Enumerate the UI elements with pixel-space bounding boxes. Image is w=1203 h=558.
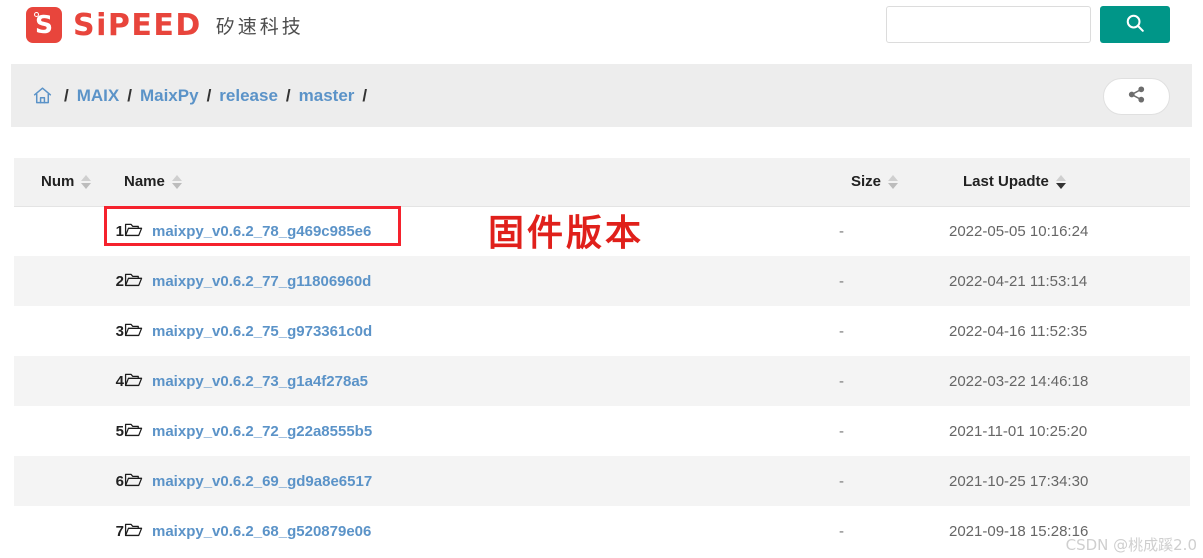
breadcrumb-item-maixpy[interactable]: MaixPy <box>140 86 199 106</box>
breadcrumb-item-maix[interactable]: MAIX <box>77 86 120 106</box>
file-link[interactable]: maixpy_v0.6.2_78_g469c985e6 <box>124 221 371 242</box>
home-icon[interactable] <box>32 85 53 106</box>
sort-toggle-name-icon[interactable] <box>171 174 182 189</box>
sipeed-logo-icon: S <box>26 7 62 43</box>
column-label-name: Name <box>124 173 165 191</box>
folder-icon <box>124 521 143 542</box>
row-last-update: 2022-05-05 10:16:24 <box>949 222 1089 240</box>
file-link[interactable]: maixpy_v0.6.2_68_g520879e06 <box>124 521 371 542</box>
row-number: 4 <box>115 372 124 390</box>
column-label-size: Size <box>851 173 882 191</box>
sort-toggle-last-update-icon[interactable] <box>1055 174 1066 189</box>
breadcrumb-separator-0: / <box>64 85 69 105</box>
breadcrumb-separator-4: / <box>362 85 368 105</box>
breadcrumb: / MAIX / MaixPy / release / master / <box>32 85 375 106</box>
table-head: Num Name Size Last Upadte <box>14 158 1190 207</box>
row-name-cell: maixpy_v0.6.2_75_g973361c0d <box>124 306 839 356</box>
file-name: maixpy_v0.6.2_72_g22a8555b5 <box>152 422 373 440</box>
row-last-update: 2022-03-22 14:46:18 <box>949 372 1089 390</box>
search-input[interactable] <box>886 6 1091 43</box>
row-size: - <box>839 472 844 490</box>
table-row[interactable]: 6 maixpy_v0.6.2_69_gd9a8e6517 - 2021-10-… <box>14 456 1190 506</box>
breadcrumb-separator-2: / <box>206 85 212 105</box>
table-row[interactable]: 7 maixpy_v0.6.2_68_g520879e06 - 2021-09-… <box>14 506 1190 556</box>
row-last-update: 2021-09-18 15:28:16 <box>949 522 1089 540</box>
sort-toggle-size-icon[interactable] <box>888 174 899 189</box>
site-header: S SiPEED 矽速科技 <box>0 0 1203 50</box>
column-label-num: Num <box>41 173 75 191</box>
folder-icon <box>124 421 143 442</box>
row-size: - <box>839 222 844 240</box>
row-name-cell: maixpy_v0.6.2_78_g469c985e6 <box>124 206 839 256</box>
table-row[interactable]: 3 maixpy_v0.6.2_75_g973361c0d - 2022-04-… <box>14 306 1190 356</box>
table-header-row: Num Name Size Last Upadte <box>14 158 1190 207</box>
row-last-update: 2021-11-01 10:25:20 <box>949 422 1088 440</box>
search-button[interactable] <box>1100 6 1170 43</box>
row-number: 7 <box>115 522 124 540</box>
column-header-num[interactable]: Num <box>14 158 124 207</box>
search-icon <box>1124 12 1146 37</box>
row-number: 3 <box>115 322 124 340</box>
file-name: maixpy_v0.6.2_77_g11806960d <box>152 272 372 290</box>
column-header-size[interactable]: Size <box>839 158 949 207</box>
file-name: maixpy_v0.6.2_68_g520879e06 <box>152 522 372 540</box>
file-link[interactable]: maixpy_v0.6.2_77_g11806960d <box>124 271 371 292</box>
row-number: 2 <box>115 272 124 290</box>
breadcrumb-item-release[interactable]: release <box>219 86 278 106</box>
search-area <box>886 6 1170 43</box>
row-size: - <box>839 372 844 390</box>
file-name: maixpy_v0.6.2_78_g469c985e6 <box>152 222 372 240</box>
file-name: maixpy_v0.6.2_75_g973361c0d <box>152 322 373 340</box>
table-row[interactable]: 1 maixpy_v0.6.2_78_g469c985e6 - 2022-05-… <box>14 206 1190 256</box>
folder-icon <box>124 271 143 292</box>
file-name: maixpy_v0.6.2_73_g1a4f278a5 <box>152 372 369 390</box>
row-size: - <box>839 322 844 340</box>
row-name-cell: maixpy_v0.6.2_77_g11806960d <box>124 256 839 306</box>
row-last-update: 2021-10-25 17:34:30 <box>949 472 1089 490</box>
table-body: 1 maixpy_v0.6.2_78_g469c985e6 - 2022-05-… <box>14 206 1190 556</box>
row-last-update: 2022-04-21 11:53:14 <box>949 272 1088 290</box>
folder-icon <box>124 471 143 492</box>
breadcrumb-panel: / MAIX / MaixPy / release / master / <box>11 64 1192 127</box>
file-link[interactable]: maixpy_v0.6.2_72_g22a8555b5 <box>124 421 372 442</box>
file-list-table: Num Name Size Last Upadte 1 maixpy_v0.6.… <box>14 158 1190 556</box>
table-row[interactable]: 5 maixpy_v0.6.2_72_g22a8555b5 - 2021-11-… <box>14 406 1190 456</box>
file-link[interactable]: maixpy_v0.6.2_69_gd9a8e6517 <box>124 471 372 492</box>
table-row[interactable]: 2 maixpy_v0.6.2_77_g11806960d - 2022-04-… <box>14 256 1190 306</box>
column-header-name[interactable]: Name <box>124 158 839 207</box>
row-last-update: 2022-04-16 11:52:35 <box>949 322 1088 340</box>
row-number: 1 <box>115 222 124 240</box>
folder-icon <box>124 321 143 342</box>
row-number: 6 <box>115 472 124 490</box>
breadcrumb-separator-1: / <box>127 85 132 105</box>
breadcrumb-separator-3: / <box>285 85 291 105</box>
logo-wordmark: SiPEED <box>73 7 202 43</box>
row-number: 5 <box>115 422 124 440</box>
breadcrumb-item-master[interactable]: master <box>299 86 355 106</box>
row-name-cell: maixpy_v0.6.2_69_gd9a8e6517 <box>124 456 839 506</box>
file-link[interactable]: maixpy_v0.6.2_75_g973361c0d <box>124 321 372 342</box>
row-name-cell: maixpy_v0.6.2_73_g1a4f278a5 <box>124 356 839 406</box>
folder-icon <box>124 371 143 392</box>
site-logo[interactable]: S SiPEED 矽速科技 <box>26 7 304 43</box>
row-name-cell: maixpy_v0.6.2_68_g520879e06 <box>124 506 839 556</box>
row-size: - <box>839 272 844 290</box>
column-header-last-update[interactable]: Last Upadte <box>949 158 1190 207</box>
column-label-last-update: Last Upadte <box>963 173 1049 191</box>
file-name: maixpy_v0.6.2_69_gd9a8e6517 <box>152 472 373 490</box>
logo-chinese-name: 矽速科技 <box>215 15 304 38</box>
row-size: - <box>839 422 844 440</box>
row-name-cell: maixpy_v0.6.2_72_g22a8555b5 <box>124 406 839 456</box>
share-button[interactable] <box>1103 78 1170 115</box>
table-row[interactable]: 4 maixpy_v0.6.2_73_g1a4f278a5 - 2022-03-… <box>14 356 1190 406</box>
file-link[interactable]: maixpy_v0.6.2_73_g1a4f278a5 <box>124 371 368 392</box>
folder-icon <box>124 221 143 242</box>
share-icon <box>1127 85 1146 109</box>
row-size: - <box>839 522 844 540</box>
sort-toggle-num-icon[interactable] <box>81 174 92 189</box>
logo-letter: S <box>34 10 53 39</box>
